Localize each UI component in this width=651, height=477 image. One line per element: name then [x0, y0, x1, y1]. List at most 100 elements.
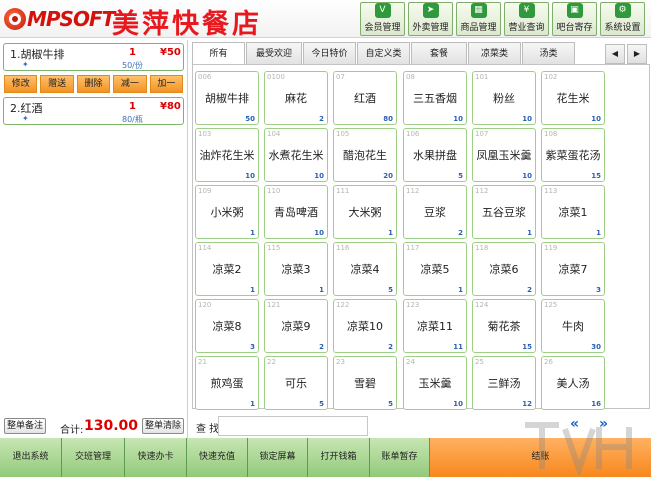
delete-button[interactable]: 删除: [76, 75, 111, 93]
dish-tile[interactable]: 121 凉菜9 2: [264, 299, 328, 353]
dish-tile[interactable]: 0100 麻花 2: [264, 71, 328, 125]
bar-storage-button[interactable]: ▣ 吧台寄存: [552, 2, 597, 36]
button-label: 营业查询: [508, 23, 545, 33]
search-input[interactable]: [218, 416, 368, 436]
hold-bill-button[interactable]: 账单暂存: [370, 438, 430, 477]
dish-name: 凉菜8: [212, 320, 242, 333]
dish-tile[interactable]: 120 凉菜8 3: [195, 299, 259, 353]
tab-cold-dishes[interactable]: 凉菜类: [468, 42, 521, 64]
exit-system-button[interactable]: 退出系统: [0, 438, 62, 477]
dish-tile[interactable]: 21 煎鸡蛋 1: [195, 356, 259, 410]
dish-tile[interactable]: 119 凉菜7 3: [541, 242, 605, 296]
tab-set-meal[interactable]: 套餐: [411, 42, 467, 64]
dish-code: 07: [336, 73, 345, 81]
dish-tile[interactable]: 114 凉菜2 1: [195, 242, 259, 296]
dish-tile[interactable]: 108 紫菜蛋花汤 15: [541, 128, 605, 182]
logo-mark-icon: [4, 8, 26, 30]
dish-tile[interactable]: 124 菊花茶 15: [472, 299, 536, 353]
dish-stock-count: 50: [245, 115, 255, 123]
dish-tile[interactable]: 117 凉菜5 1: [403, 242, 467, 296]
dish-stock-count: 1: [250, 286, 255, 294]
order-footer: 整单备注 合计: 130.00 整单清除: [0, 418, 188, 438]
dish-code: 26: [544, 358, 553, 366]
dish-tile[interactable]: 006 胡椒牛排 50: [195, 71, 259, 125]
dish-stock-count: 2: [458, 229, 463, 237]
dish-tile[interactable]: 103 油炸花生米 10: [195, 128, 259, 182]
dish-tile[interactable]: 101 粉丝 10: [472, 71, 536, 125]
tab-today-special[interactable]: 今日特价: [303, 42, 356, 64]
dish-code: 112: [475, 187, 489, 195]
dish-tile[interactable]: 107 凤凰玉米羹 10: [472, 128, 536, 182]
delivery-icon: ➤: [422, 3, 439, 18]
dish-tile[interactable]: 22 可乐 5: [264, 356, 328, 410]
dish-code: 113: [544, 187, 558, 195]
open-cash-drawer-button[interactable]: 打开钱箱: [308, 438, 370, 477]
clear-order-button[interactable]: 整单清除: [142, 418, 184, 434]
tab-scroll-right-icon[interactable]: ▶: [627, 44, 647, 64]
dish-name: 可乐: [285, 377, 307, 390]
shift-handover-button[interactable]: 交班管理: [62, 438, 125, 477]
dish-code: 112: [406, 187, 420, 195]
business-query-button[interactable]: ¥ 营业查询: [504, 2, 549, 36]
dish-tile[interactable]: 112 五谷豆浆 1: [472, 185, 536, 239]
dish-name: 五谷豆浆: [482, 206, 526, 219]
dish-stock-count: 30: [591, 343, 601, 351]
dish-code: 25: [475, 358, 484, 366]
dish-tile[interactable]: 115 凉菜3 1: [264, 242, 328, 296]
dish-code: 118: [475, 244, 489, 252]
member-management-button[interactable]: V 会员管理: [360, 2, 405, 36]
goods-management-button[interactable]: ▦ 商品管理: [456, 2, 501, 36]
order-item[interactable]: 1.胡椒牛排 1 ¥50 ✦ 50/份: [3, 43, 184, 71]
star-icon: ✦: [22, 60, 29, 69]
dish-tile[interactable]: 116 凉菜4 5: [333, 242, 397, 296]
dish-stock-count: 11: [453, 343, 463, 351]
dish-tile[interactable]: 105 醋泡花生 20: [333, 128, 397, 182]
dish-stock-count: 10: [591, 115, 601, 123]
dish-code: 23: [336, 358, 345, 366]
dish-stock-count: 80: [383, 115, 393, 123]
plus-one-button[interactable]: 加一: [149, 75, 184, 93]
dish-tile[interactable]: 113 凉菜1 1: [541, 185, 605, 239]
dish-name: 水煮花生米: [268, 149, 324, 162]
dish-tile[interactable]: 118 凉菜6 2: [472, 242, 536, 296]
dish-stock-count: 10: [314, 172, 324, 180]
modify-button[interactable]: 修改: [4, 75, 38, 93]
button-label: 系统设置: [604, 23, 641, 33]
dish-tile[interactable]: 104 水煮花生米 10: [264, 128, 328, 182]
delivery-management-button[interactable]: ➤ 外卖管理: [408, 2, 453, 36]
quick-card-button[interactable]: 快速办卡: [125, 438, 187, 477]
dish-tile[interactable]: 102 花生米 10: [541, 71, 605, 125]
tab-all[interactable]: 所有: [192, 42, 245, 64]
dish-tile[interactable]: 110 青岛啤酒 10: [264, 185, 328, 239]
minus-one-button[interactable]: 减一: [113, 75, 147, 93]
tab-custom[interactable]: 自定义类: [357, 42, 410, 64]
dish-tile[interactable]: 26 美人汤 16: [541, 356, 605, 410]
gift-button[interactable]: 赠送: [40, 75, 74, 93]
dish-name: 水果拼盘: [413, 149, 457, 162]
dish-tile[interactable]: 24 玉米羹 10: [403, 356, 467, 410]
tab-soup[interactable]: 汤类: [522, 42, 575, 64]
quick-recharge-button[interactable]: 快速充值: [187, 438, 248, 477]
dish-tile[interactable]: 122 凉菜10 2: [333, 299, 397, 353]
dish-tile[interactable]: 07 红酒 80: [333, 71, 397, 125]
dish-tile[interactable]: 106 水果拼盘 5: [403, 128, 467, 182]
tab-popular[interactable]: 最受欢迎: [246, 42, 302, 64]
dish-tile[interactable]: 25 三鲜汤 12: [472, 356, 536, 410]
order-note-button[interactable]: 整单备注: [4, 418, 46, 434]
lock-screen-button[interactable]: 锁定屏幕: [248, 438, 308, 477]
order-item[interactable]: 2.红酒 1 ¥80 ✦ 80/瓶: [3, 97, 184, 125]
dish-tile[interactable]: 23 雪碧 5: [333, 356, 397, 410]
dish-stock-count: 2: [527, 286, 532, 294]
dish-tile[interactable]: 08 三五香烟 10: [403, 71, 467, 125]
tab-scroll-left-icon[interactable]: ◀: [605, 44, 625, 64]
dish-tile[interactable]: 111 大米粥 1: [333, 185, 397, 239]
dish-tile[interactable]: 109 小米粥 1: [195, 185, 259, 239]
mpsoft-logo: MPSOFT: [4, 7, 115, 31]
dish-name: 凉菜1: [558, 206, 588, 219]
gear-icon: ⚙: [614, 3, 631, 18]
dish-tile[interactable]: 125 牛肉 30: [541, 299, 605, 353]
dish-code: 006: [198, 73, 212, 81]
dish-tile[interactable]: 112 豆浆 2: [403, 185, 467, 239]
dish-tile[interactable]: 123 凉菜11 11: [403, 299, 467, 353]
system-settings-button[interactable]: ⚙ 系统设置: [600, 2, 645, 36]
